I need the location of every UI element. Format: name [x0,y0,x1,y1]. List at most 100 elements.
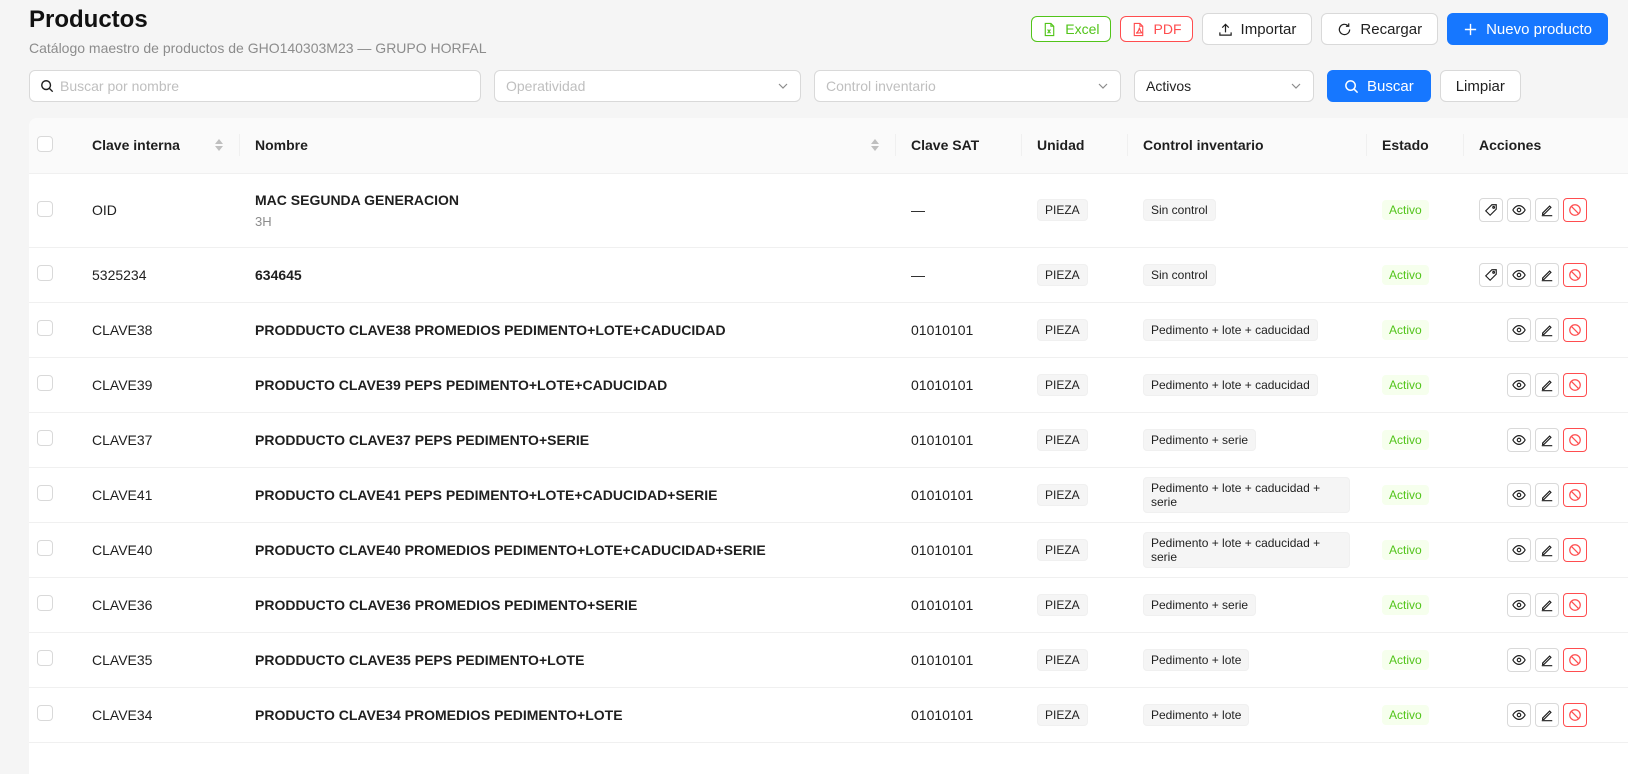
cell-clave-interna: CLAVE38 [76,302,239,358]
export-excel-button[interactable]: Excel [1031,16,1111,42]
toolbar: Excel PDF Importar Recargar Nuevo produc… [1031,13,1608,45]
row-checkbox[interactable] [37,650,53,666]
edit-button[interactable] [1535,372,1559,397]
disable-button[interactable] [1563,482,1587,507]
row-select-cell [29,687,76,743]
table-row: CLAVE41 PRODUCTO CLAVE41 PEPS PEDIMENTO+… [29,467,1628,523]
control-tag: Sin control [1143,199,1216,221]
stop-icon [1569,598,1581,611]
header-nombre[interactable]: Nombre [239,118,895,174]
cell-clave-sat: — [895,173,1021,248]
control-tag: Pedimento + lote + caducidad + serie [1143,531,1350,568]
view-button[interactable] [1507,427,1531,452]
disable-button[interactable] [1563,647,1587,672]
header-estado: Estado [1366,118,1463,174]
edit-button[interactable] [1535,427,1559,452]
disable-button[interactable] [1563,198,1587,222]
row-checkbox[interactable] [37,320,53,336]
view-button[interactable] [1507,647,1531,672]
stop-icon [1569,378,1581,391]
edit-button[interactable] [1535,702,1559,727]
view-button[interactable] [1507,317,1531,342]
product-name: 634645 [255,266,302,283]
table-row: CLAVE35 PRODDUCTO CLAVE35 PEPS PEDIMENTO… [29,632,1628,688]
new-product-button[interactable]: Nuevo producto [1447,13,1608,45]
row-checkbox[interactable] [37,540,53,556]
disable-button[interactable] [1563,372,1587,397]
view-button[interactable] [1507,482,1531,507]
edit-icon [1541,654,1553,666]
cell-acciones [1463,173,1628,248]
disable-button[interactable] [1563,592,1587,617]
eye-icon [1512,709,1526,720]
edit-button[interactable] [1535,482,1559,507]
row-checkbox[interactable] [37,485,53,501]
header-clave-interna[interactable]: Clave interna [76,118,239,174]
status-badge: Activo [1382,594,1429,615]
table-row: 5325234 634645 — PIEZA Sin control Activ… [29,247,1628,303]
cell-unidad: PIEZA [1021,522,1127,578]
export-pdf-button[interactable]: PDF [1119,16,1193,42]
stop-icon [1569,653,1581,666]
row-checkbox[interactable] [37,200,53,217]
view-button[interactable] [1507,592,1531,617]
edit-button[interactable] [1535,198,1559,222]
edit-button[interactable] [1535,592,1559,617]
disable-button[interactable] [1563,702,1587,727]
product-name: PRODUCTO CLAVE41 PEPS PEDIMENTO+LOTE+CAD… [255,486,718,503]
sort-icon[interactable] [215,139,223,152]
disable-button[interactable] [1563,317,1587,342]
control-inventario-select[interactable]: Control inventario [814,70,1121,102]
edit-icon [1541,379,1553,391]
row-checkbox[interactable] [37,430,53,446]
clear-button[interactable]: Limpiar [1439,70,1521,102]
table-row: CLAVE40 PRODUCTO CLAVE40 PROMEDIOS PEDIM… [29,522,1628,578]
view-button[interactable] [1507,372,1531,397]
edit-button[interactable] [1535,647,1559,672]
cell-clave-interna: 5325234 [76,247,239,303]
tag-button[interactable] [1479,262,1503,287]
edit-button[interactable] [1535,262,1559,287]
tag-button[interactable] [1479,198,1503,222]
reload-button[interactable]: Recargar [1321,13,1439,45]
disable-button[interactable] [1563,262,1587,287]
stop-icon [1569,488,1581,501]
search-button[interactable]: Buscar [1327,70,1431,102]
disable-button[interactable] [1563,537,1587,562]
view-button[interactable] [1507,198,1531,222]
row-checkbox[interactable] [37,375,53,391]
cell-clave-interna: CLAVE40 [76,522,239,578]
row-checkbox[interactable] [37,705,53,721]
view-button[interactable] [1507,702,1531,727]
eye-icon [1512,269,1526,280]
edit-button[interactable] [1535,537,1559,562]
control-tag: Pedimento + lote + caducidad [1143,318,1318,341]
product-name: PRODDUCTO CLAVE36 PROMEDIOS PEDIMENTO+SE… [255,596,638,613]
cell-control-inventario: Pedimento + lote + caducidad [1127,357,1366,413]
view-button[interactable] [1507,262,1531,287]
cell-nombre: MAC SEGUNDA GENERACION 3H [239,173,895,248]
row-checkbox[interactable] [37,265,53,281]
tag-icon [1484,204,1497,217]
view-button[interactable] [1507,537,1531,562]
cell-clave-sat: 01010101 [895,302,1021,358]
sort-icon[interactable] [871,139,879,152]
operatividad-select[interactable]: Operatividad [494,70,801,102]
eye-icon [1512,205,1526,215]
product-name: PRODDUCTO CLAVE37 PEPS PEDIMENTO+SERIE [255,431,590,448]
chevron-down-icon [1291,83,1301,89]
select-all-checkbox[interactable] [37,135,53,152]
cell-nombre: PRODDUCTO CLAVE35 PEPS PEDIMENTO+LOTE [239,632,895,688]
search-input[interactable] [60,78,470,94]
header-unidad: Unidad [1021,118,1127,174]
row-checkbox[interactable] [37,595,53,611]
estado-select[interactable]: Activos [1134,70,1314,102]
table-row: OID MAC SEGUNDA GENERACION 3H — PIEZA Si… [29,173,1628,248]
cell-acciones [1463,247,1628,303]
import-button[interactable]: Importar [1201,13,1313,45]
header-control-inventario: Control inventario [1127,118,1366,174]
control-tag: Pedimento + lote + caducidad + serie [1143,476,1350,513]
disable-button[interactable] [1563,427,1587,452]
edit-button[interactable] [1535,317,1559,342]
control-tag: Pedimento + lote [1143,648,1250,671]
